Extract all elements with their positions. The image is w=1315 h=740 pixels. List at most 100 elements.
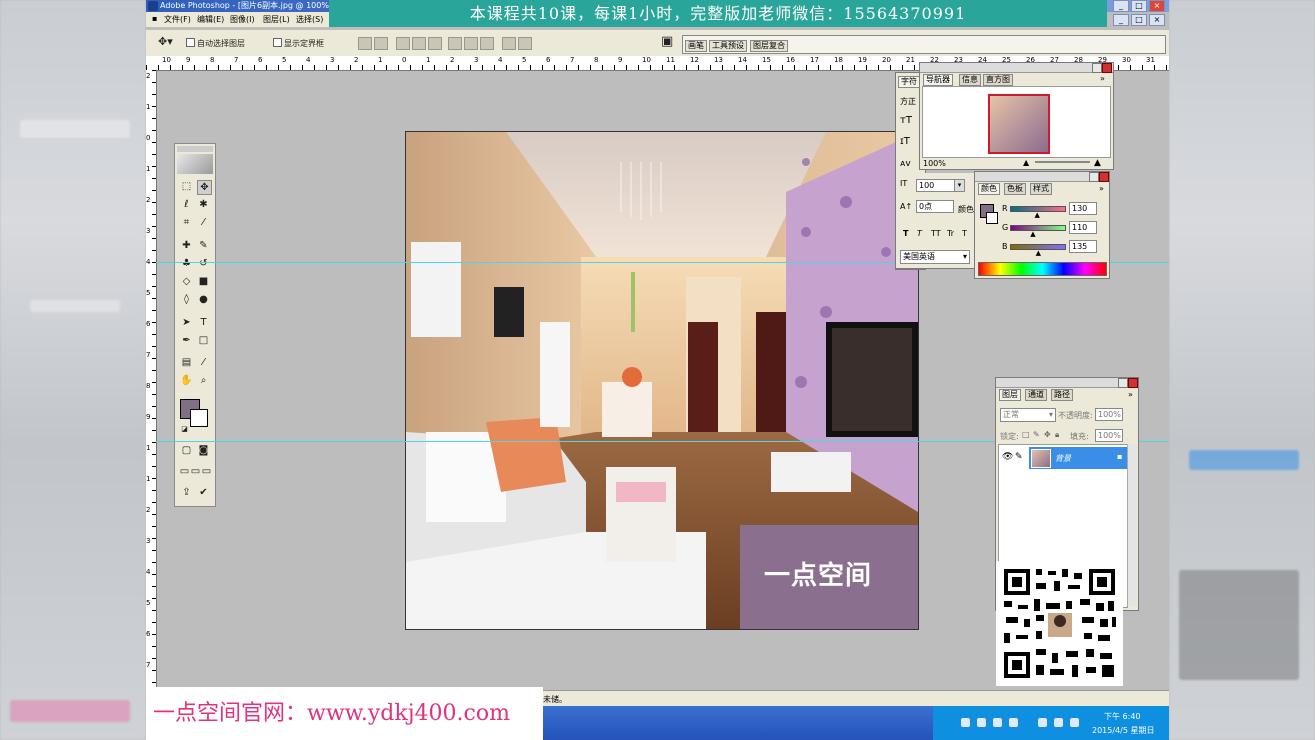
network-icon[interactable] [1009,718,1018,727]
panel-minimize-button[interactable] [1092,63,1102,73]
tab-channels[interactable]: 通道 [1025,389,1047,401]
language-select[interactable]: 美国英语 ▾ [900,250,970,264]
tab-paths[interactable]: 路径 [1051,389,1073,401]
blur-tool-icon[interactable]: ◊ [180,293,193,306]
align-vcenter-icon[interactable] [374,37,388,50]
quickmask-mode-icon[interactable]: ◙ [197,444,210,457]
menu-layer[interactable]: 图层(L) [263,14,290,25]
clock-time[interactable]: 下午 6:40 [1104,711,1141,722]
blue-value-field[interactable]: 135 [1069,240,1097,253]
lock-position-icon[interactable]: ✥ [1044,430,1051,439]
green-slider-handle[interactable]: ▲ [1030,230,1035,238]
vertical-scale-field[interactable]: 100 [916,179,956,192]
palette-well-tab-brushes[interactable]: 画笔 [685,40,707,52]
background-color-swatch[interactable] [190,409,208,427]
imageready-icon[interactable]: ✔ [197,486,210,499]
move-tool-icon[interactable]: ✥▾ [158,35,173,48]
type-tool-icon[interactable]: T [197,316,210,329]
zoom-tool-icon[interactable]: ⌕ [197,374,210,387]
tab-styles[interactable]: 样式 [1030,183,1052,195]
hand-tool-icon[interactable]: ✋ [180,374,193,387]
tab-histogram[interactable]: 直方图 [983,74,1013,86]
green-slider[interactable] [1010,225,1066,231]
lock-image-icon[interactable]: ✎ [1033,430,1040,439]
slice-tool-icon[interactable]: ⁄ [197,216,210,229]
tab-layers[interactable]: 图层 [999,389,1021,401]
tab-swatches[interactable]: 色板 [1004,183,1026,195]
default-colors-icon[interactable]: ◪ [178,423,191,436]
panel-menu-icon[interactable]: » [1128,390,1133,399]
volume-icon[interactable] [1038,718,1047,727]
standard-mode-icon[interactable]: ▢ [180,444,193,457]
toolbox-grip[interactable] [177,146,213,152]
minimize-button[interactable]: _ [1113,0,1129,12]
crop-tool-icon[interactable]: ⌗ [180,216,193,229]
document-icon[interactable]: ▣ [661,34,673,49]
panel-close-button[interactable] [1099,172,1109,182]
stamp-tool-icon[interactable]: ♣ [180,257,193,270]
tab-navigator[interactable]: 导航器 [923,74,953,86]
baseline-shift-field[interactable]: 0点 [916,200,954,213]
menu-item-ps-icon[interactable]: ▪ [152,14,157,23]
brush-tool-icon[interactable]: ✎ [197,239,210,252]
flag-icon[interactable] [1054,718,1063,727]
distribute-right-icon[interactable] [518,37,532,50]
doc-maximize-button[interactable]: □ [1131,14,1147,26]
lock-all-icon[interactable]: 🔒︎ [1055,430,1059,440]
blend-mode-select[interactable]: 正常 ▾ [1000,408,1056,422]
lock-transparency-icon[interactable]: □ [1022,430,1030,439]
layer-row-background[interactable]: 👁︎ ✎ 背景 ▪ [999,447,1127,469]
red-value-field[interactable]: 130 [1069,202,1097,215]
panel-header[interactable] [920,63,1113,73]
document-canvas[interactable]: 一点空间 [405,131,919,630]
gradient-tool-icon[interactable]: ■ [197,275,210,288]
doc-close-button[interactable]: × [1149,14,1165,26]
eye-icon[interactable]: 👁︎ [1002,452,1013,462]
lasso-tool-icon[interactable]: ℓ [180,198,193,211]
doc-minimize-button[interactable]: _ [1113,14,1129,26]
help-icon[interactable] [977,718,986,727]
background-swatch[interactable] [986,212,998,224]
color-spectrum-bar[interactable] [978,262,1107,276]
align-left-icon[interactable] [412,37,426,50]
history-brush-icon[interactable]: ↺ [197,257,210,270]
fill-field[interactable]: 100% [1095,429,1123,442]
dodge-tool-icon[interactable]: ● [197,293,210,306]
healing-brush-icon[interactable]: ✚ [180,239,193,252]
clock-date[interactable]: 2015/4/5 星期日 [1092,725,1154,736]
superscript-button[interactable]: T [962,229,967,238]
close-button[interactable]: × [1149,0,1165,12]
all-caps-button[interactable]: TT [931,229,941,238]
menu-edit[interactable]: 编辑(E) [197,14,224,25]
navigator-zoom-value[interactable]: 100% [923,159,946,168]
blue-slider-handle[interactable]: ▲ [1036,249,1041,257]
menu-image[interactable]: 图像(I) [230,14,255,25]
green-value-field[interactable]: 110 [1069,221,1097,234]
brush-link-icon[interactable]: ✎ [1015,452,1023,462]
shield-icon[interactable] [993,718,1002,727]
tab-character[interactable]: 字符 [898,76,920,88]
panel-menu-icon[interactable]: » [1100,74,1105,83]
panel-close-button[interactable] [1102,63,1112,73]
small-caps-button[interactable]: Tr [947,229,954,238]
palette-well-tab-tool-presets[interactable]: 工具预设 [709,40,747,52]
distribute-top-icon[interactable] [448,37,462,50]
align-bottom-icon[interactable] [396,37,410,50]
marquee-tool-icon[interactable]: ⬚ [180,180,193,193]
menu-file[interactable]: 文件(F) [164,14,191,25]
distribute-left-icon[interactable] [502,37,516,50]
screen-mode-full-icon[interactable]: ▭ [200,465,213,478]
keyboard-icon[interactable] [961,718,970,727]
eraser-tool-icon[interactable]: ◇ [180,275,193,288]
zoom-in-icon[interactable]: ▲ [1094,158,1101,168]
tab-info[interactable]: 信息 [959,74,981,86]
red-slider-handle[interactable]: ▲ [1035,211,1040,219]
align-right-icon[interactable] [428,37,442,50]
panel-close-button[interactable] [1128,378,1138,388]
navigator-view-box[interactable] [988,94,1050,154]
feather-logo-icon[interactable] [177,154,213,174]
eyedropper-icon[interactable]: ⁄ [197,356,210,369]
show-bounds-checkbox[interactable]: 显示定界框 [273,38,324,49]
zoom-slider[interactable] [1035,161,1090,163]
panel-minimize-button[interactable] [1089,172,1099,182]
